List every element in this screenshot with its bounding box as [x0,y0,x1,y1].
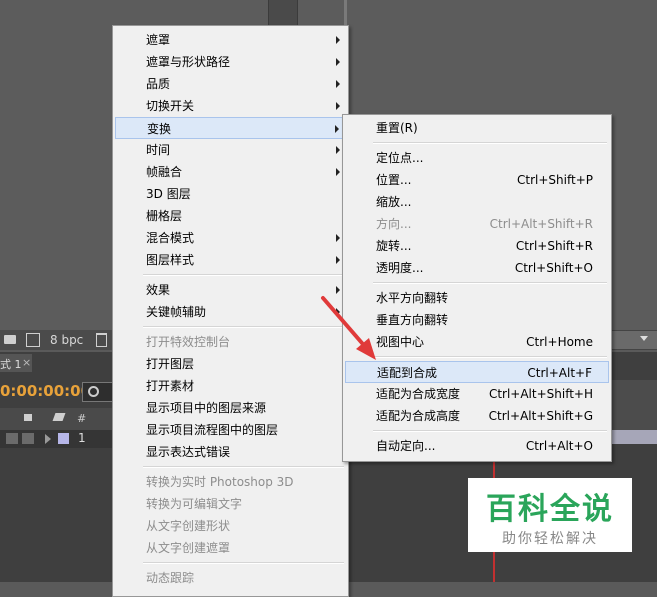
watermark: 百科全说 助你轻松解决 [468,478,632,552]
watermark-title: 百科全说 [486,492,614,527]
watermark-subtitle: 助你轻松解决 [502,531,598,547]
